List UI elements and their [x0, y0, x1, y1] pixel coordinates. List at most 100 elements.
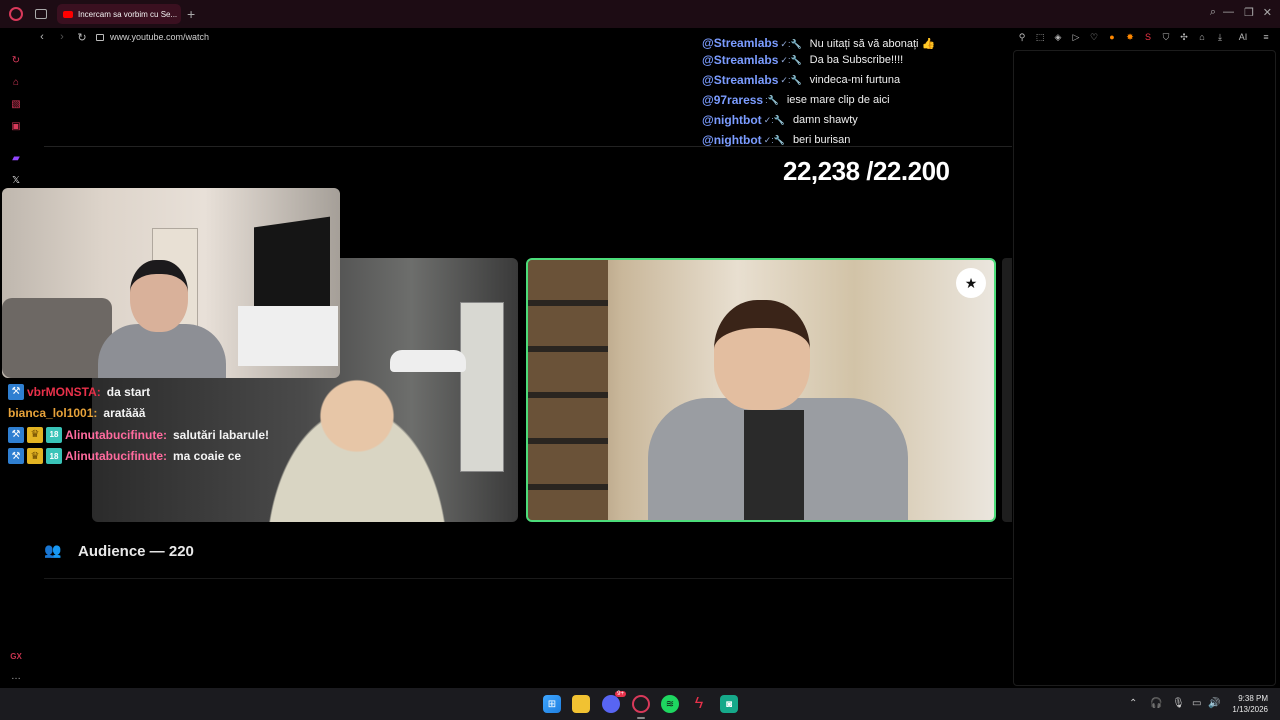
audience-icon: 👥 [44, 542, 62, 558]
chat-message: Nu uitați să vă abonați 👍 [809, 38, 936, 50]
url-field[interactable]: www.youtube.com/watch [110, 32, 209, 42]
chat-message: iese mare clip de aici [786, 94, 890, 106]
divider [44, 578, 1012, 579]
streamer-body [98, 324, 226, 378]
chat-line: @Streamlabs ✓:🔧 Da ba Subscribe!!!! [702, 50, 992, 70]
back-button[interactable]: ‹ [36, 31, 48, 43]
pinboard-icon[interactable]: ▧ [9, 98, 23, 112]
chat-overlay-left: ⚒ vbrMONSTA: da start bianca_lol1001: ar… [8, 381, 368, 467]
discord-badge: 9+ [615, 691, 626, 697]
extensions-toolbar: ⚲ ⬚ ◈ ▷ ♡ ● ✸ S ⛉ ✣ ⌂ ⤓ AI ≡ [1016, 28, 1280, 46]
tab-switcher-icon[interactable] [35, 9, 47, 19]
headset-icon[interactable]: 🎧 [1150, 698, 1162, 709]
restore-button[interactable]: ❐ [1244, 6, 1254, 19]
mod-badge-icon: ✓:🔧 [763, 134, 785, 145]
lock-icon [96, 33, 104, 41]
spotify-icon[interactable]: ≋ [661, 695, 679, 713]
opera-logo-icon[interactable] [9, 7, 23, 21]
browser-tab[interactable]: Incercam sa vorbim cu Se... [57, 4, 181, 24]
streamer-webcam [2, 188, 340, 378]
chat-username: @Streamlabs [702, 73, 779, 87]
volume-icon[interactable]: 🔊 [1208, 698, 1220, 709]
audience-row[interactable]: 👥 Audience — 220 [44, 542, 194, 560]
mod-badge-icon: ✓:🔧 [780, 74, 802, 85]
audience-label: Audience — 220 [78, 542, 194, 560]
participant-shirt [744, 410, 804, 520]
chat-username: bianca_lol1001: [8, 406, 98, 421]
host-star-icon: ★ [956, 268, 986, 298]
subscriber-badge-icon: 18 [46, 426, 62, 443]
subscriber-badge-icon: 18 [46, 448, 62, 465]
clock-time: 9:38 PM [1238, 694, 1268, 703]
bolt-app-icon[interactable]: ϟ [690, 695, 708, 713]
chat-line: ⚒ vbrMONSTA: da start [8, 381, 368, 403]
address-bar: ‹ › ↻ www.youtube.com/watch ⚲ ⬚ ◈ ▷ ♡ ● … [28, 28, 1280, 46]
pocket-icon[interactable]: ◈ [1052, 31, 1064, 43]
twitch-icon[interactable]: ▰ [9, 152, 23, 166]
search-icon[interactable]: ⌕ [1210, 6, 1216, 19]
extension-fox-icon[interactable]: ✸ [1124, 31, 1136, 43]
crown-badge-icon: ♛ [27, 426, 43, 443]
forward-button[interactable]: › [56, 31, 68, 43]
mod-badge-icon: :🔧 [765, 94, 779, 105]
tool-badge-icon: ⚒ [8, 426, 24, 443]
chat-line: @Streamlabs ✓:🔧 vindeca-mi furtuna [702, 70, 992, 90]
chat-username: @Streamlabs [702, 38, 779, 50]
chat-message: da start [106, 384, 151, 399]
system-clock[interactable]: 9:38 PM 1/13/2026 [1232, 693, 1268, 715]
play-icon[interactable]: ▷ [1070, 31, 1082, 43]
crown-badge-icon: ♛ [27, 448, 43, 465]
wallet-icon[interactable]: ⌂ [1196, 31, 1208, 43]
start-button-icon[interactable]: ⊞ [543, 695, 561, 713]
chat-message: Da ba Subscribe!!!! [809, 54, 904, 66]
file-explorer-icon[interactable] [572, 695, 590, 713]
chat-message: salutări labarule! [173, 427, 270, 442]
gx-icon[interactable]: GX [9, 650, 23, 664]
side-panel [1013, 50, 1276, 686]
new-tab-button[interactable]: + [187, 6, 195, 22]
chat-username: @Streamlabs [702, 53, 779, 67]
chat-message: damn shawty [792, 114, 858, 126]
browser-tab-bar: Incercam sa vorbim cu Se... + ⌕ — ❐ ✕ [0, 0, 1280, 28]
tool-badge-icon: ⚒ [8, 448, 24, 465]
download-icon[interactable]: ⤓ [1214, 31, 1226, 43]
shield-icon[interactable]: ⛉ [1160, 31, 1172, 43]
participant-cap [390, 350, 466, 372]
tray-chevron-icon[interactable]: ⌃ [1129, 698, 1137, 709]
chat-line: @nightbot ✓:🔧 damn shawty [702, 110, 992, 130]
chat-message: vindeca-mi furtuna [809, 74, 901, 86]
tool-badge-icon: ⚒ [8, 383, 24, 400]
heart-icon[interactable]: ♡ [1088, 31, 1100, 43]
discord-icon[interactable]: 9+ [602, 691, 626, 713]
puzzle-icon[interactable]: ✣ [1178, 31, 1190, 43]
snapshot-icon[interactable]: ⬚ [1034, 31, 1046, 43]
chat-line: ⚒ ♛ 18 Alinutabucifinute: ma coaie ce [8, 446, 368, 468]
tab-title: Incercam sa vorbim cu Se... [78, 9, 178, 19]
active-app-indicator [637, 717, 645, 719]
chat-line: @97raress :🔧 iese mare clip de aici [702, 90, 992, 110]
participant-video-right-speaking[interactable]: ★ [526, 258, 996, 522]
opera-taskbar-icon[interactable] [632, 695, 650, 713]
next-participant-edge[interactable] [1002, 258, 1012, 522]
reload-button[interactable]: ↻ [76, 31, 88, 44]
chat-line: ⚒ ♛ 18 Alinutabucifinute: salutări labar… [8, 424, 368, 446]
chat-message: beri burisan [792, 134, 851, 146]
aria-ai-button[interactable]: AI [1232, 31, 1254, 43]
camera-app-icon[interactable]: ◙ [720, 695, 738, 713]
menu-icon[interactable]: ≡ [1260, 31, 1272, 43]
more-icon[interactable]: … [9, 670, 23, 684]
microphone-icon[interactable]: 🎙 [1172, 698, 1185, 709]
network-icon[interactable]: ▭ [1192, 698, 1201, 709]
history-icon[interactable]: ↻ [9, 54, 23, 68]
pin-icon[interactable]: ⚲ [1016, 31, 1028, 43]
extension-s-icon[interactable]: S [1142, 31, 1154, 43]
clock-date: 1/13/2026 [1232, 705, 1268, 714]
subscriber-counter: 22,238 /22.200 [783, 156, 950, 186]
x-icon[interactable]: 𝕏 [9, 174, 23, 188]
minimize-button[interactable]: — [1223, 6, 1234, 18]
close-button[interactable]: ✕ [1263, 6, 1272, 19]
music-player-icon[interactable]: ▣ [9, 120, 23, 134]
extension-orange-icon[interactable]: ● [1106, 31, 1118, 43]
shopping-icon[interactable]: ⌂ [9, 76, 23, 90]
webcam-dresser [238, 306, 338, 366]
